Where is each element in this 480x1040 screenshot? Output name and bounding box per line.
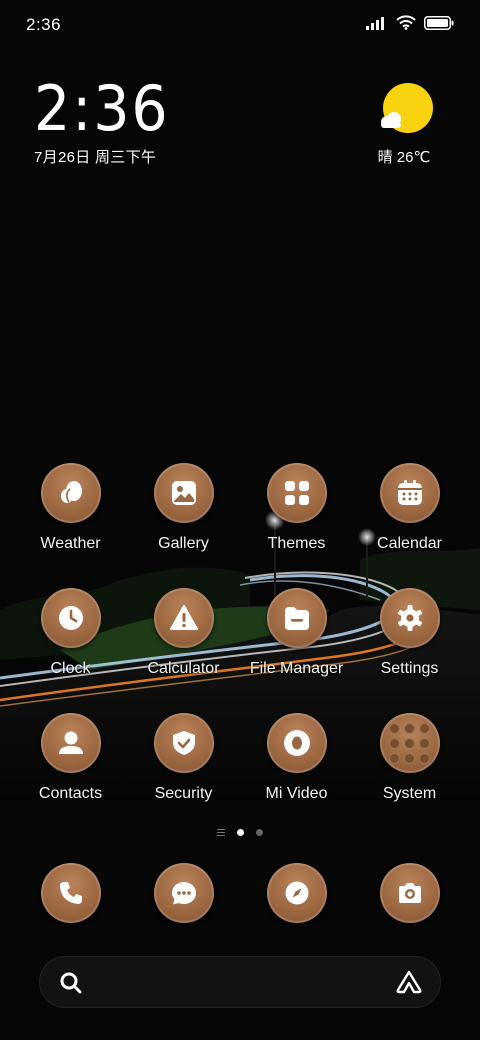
settings-icon[interactable]: [379, 588, 440, 648]
phone-icon[interactable]: [40, 863, 101, 923]
weather-widget[interactable]: 晴 26℃: [364, 82, 444, 167]
browser-icon[interactable]: [266, 863, 327, 923]
overview-lines-icon: [217, 829, 225, 836]
status-icons: [366, 15, 454, 30]
status-time: 2:36: [26, 15, 62, 34]
app-settings[interactable]: Settings: [353, 588, 466, 690]
clock-icon[interactable]: [40, 588, 101, 648]
app-label: Contacts: [38, 785, 103, 802]
app-label: Weather: [40, 535, 101, 552]
camera-icon[interactable]: [379, 863, 440, 923]
app-label: File Manager: [249, 660, 344, 677]
wifi-icon: [396, 15, 416, 30]
app-label: Security: [154, 785, 213, 802]
app-label: Mi Video: [265, 785, 328, 802]
assistant-icon[interactable]: [395, 970, 423, 994]
app-calculator[interactable]: Calculator: [127, 588, 240, 690]
calendar-icon[interactable]: [379, 463, 440, 523]
dock-messages[interactable]: [127, 863, 240, 925]
mi-video-icon[interactable]: [266, 713, 327, 773]
app-label: Gallery: [158, 535, 209, 552]
clock-date: 7月26日 周三下午: [34, 149, 157, 166]
app-label: System: [382, 785, 437, 802]
dock-browser[interactable]: [240, 863, 353, 925]
app-weather[interactable]: Weather: [14, 463, 127, 565]
status-bar: 2:36: [0, 0, 480, 50]
app-file-manager[interactable]: File Manager: [240, 588, 353, 690]
app-label: Settings: [380, 660, 439, 677]
gallery-icon[interactable]: [153, 463, 214, 523]
app-security[interactable]: Security: [127, 713, 240, 815]
app-label: Calculator: [147, 660, 220, 677]
weather-text: 晴 26℃: [377, 149, 431, 166]
dock: [14, 863, 466, 925]
app-clock[interactable]: Clock: [14, 588, 127, 690]
app-themes[interactable]: Themes: [240, 463, 353, 565]
app-label: Themes: [267, 535, 326, 552]
folder-icon[interactable]: [379, 713, 440, 773]
dock-camera[interactable]: [353, 863, 466, 925]
page-indicator[interactable]: [0, 829, 480, 836]
dock-phone[interactable]: [14, 863, 127, 925]
weather-icon[interactable]: [40, 463, 101, 523]
clock-time: 2:36: [34, 72, 170, 145]
battery-icon: [424, 15, 454, 30]
app-label: Calendar: [377, 535, 442, 552]
app-mi-video[interactable]: Mi Video: [240, 713, 353, 815]
page-dot-active: [237, 829, 244, 836]
clock-widget[interactable]: 2:36 7月26日 周三下午: [34, 78, 181, 167]
app-contacts[interactable]: Contacts: [14, 713, 127, 815]
security-icon[interactable]: [153, 713, 214, 773]
app-gallery[interactable]: Gallery: [127, 463, 240, 565]
page-dot: [256, 829, 263, 836]
app-label: Clock: [50, 660, 91, 677]
folder-contents: [389, 722, 430, 764]
search-icon[interactable]: [59, 971, 83, 995]
calculator-icon[interactable]: [153, 588, 214, 648]
search-bar[interactable]: [39, 956, 441, 1008]
app-system-folder[interactable]: System: [353, 713, 466, 815]
themes-icon[interactable]: [266, 463, 327, 523]
contacts-icon[interactable]: [40, 713, 101, 773]
signal-icon: [366, 16, 384, 30]
file-manager-icon[interactable]: [266, 588, 327, 648]
sun-cloud-icon: [381, 83, 433, 133]
app-calendar[interactable]: Calendar: [353, 463, 466, 565]
app-grid: Weather Gallery Themes Calendar Clock Ca…: [14, 463, 466, 815]
messages-icon[interactable]: [153, 863, 214, 923]
